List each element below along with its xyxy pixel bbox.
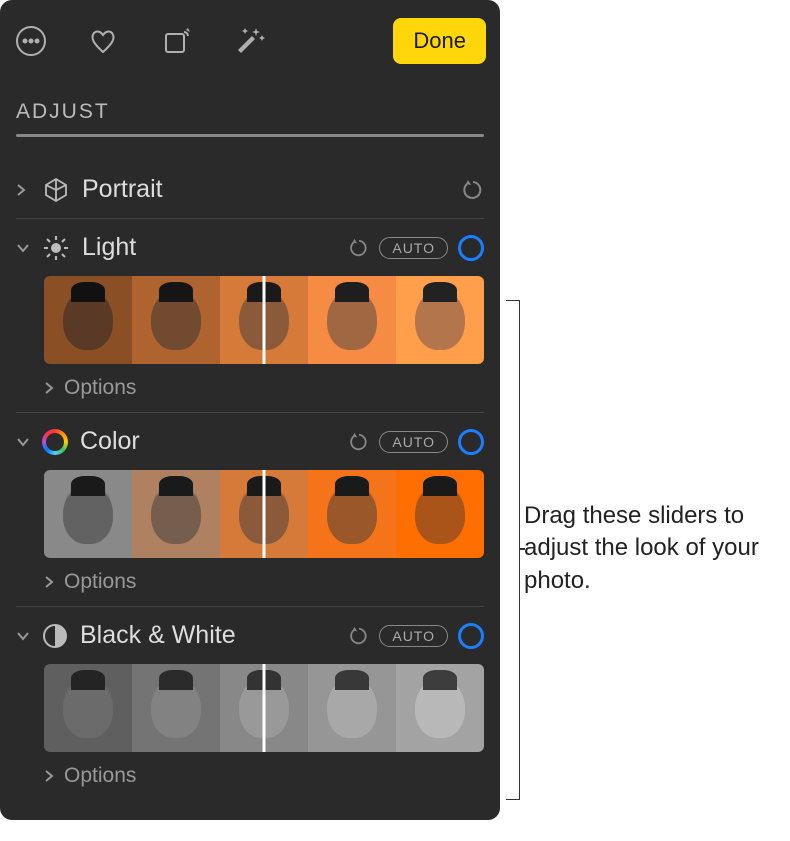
light-slider[interactable] [44, 276, 484, 364]
color-thumb [132, 470, 220, 558]
callout-bracket [506, 300, 520, 800]
reset-icon[interactable] [349, 626, 369, 646]
reset-icon[interactable] [349, 238, 369, 258]
reset-icon[interactable] [462, 179, 484, 201]
portrait-label: Portrait [82, 175, 163, 204]
color-thumb [308, 470, 396, 558]
auto-button[interactable]: AUTO [379, 237, 448, 259]
bw-header[interactable]: Black & White AUTO [16, 606, 484, 664]
light-thumb [396, 276, 484, 364]
callout-text: Drag these sliders to adjust the look of… [524, 500, 774, 597]
enable-ring[interactable] [458, 429, 484, 455]
bw-slider[interactable] [44, 664, 484, 752]
options-label: Options [64, 376, 136, 400]
rotate-icon[interactable] [158, 24, 192, 58]
chevron-down-icon[interactable] [16, 243, 30, 253]
reset-icon[interactable] [349, 432, 369, 452]
enable-ring[interactable] [458, 235, 484, 261]
chevron-down-icon[interactable] [16, 437, 30, 447]
light-label: Light [82, 233, 136, 262]
color-icon [42, 429, 68, 455]
auto-button[interactable]: AUTO [379, 625, 448, 647]
chevron-right-icon[interactable] [16, 183, 30, 197]
favorite-icon[interactable] [86, 24, 120, 58]
bw-options[interactable]: Options [16, 752, 484, 800]
adjust-underline [16, 134, 484, 137]
light-thumb [132, 276, 220, 364]
color-options[interactable]: Options [16, 558, 484, 606]
light-header[interactable]: Light AUTO [16, 218, 484, 276]
color-thumb [220, 470, 308, 558]
sections-container: Portrait [0, 147, 500, 800]
chevron-down-icon[interactable] [16, 631, 30, 641]
light-options[interactable]: Options [16, 364, 484, 412]
color-thumb [44, 470, 132, 558]
portrait-icon [42, 176, 70, 204]
more-icon[interactable] [14, 24, 48, 58]
enable-ring[interactable] [458, 623, 484, 649]
top-toolbar: Done [0, 0, 500, 82]
bw-icon [42, 623, 68, 649]
bw-thumb [132, 664, 220, 752]
light-thumb [308, 276, 396, 364]
enhance-icon[interactable] [230, 24, 268, 58]
options-label: Options [64, 764, 136, 788]
bw-thumb [220, 664, 308, 752]
options-label: Options [64, 570, 136, 594]
color-label: Color [80, 427, 140, 456]
bw-thumb [396, 664, 484, 752]
bw-thumb [308, 664, 396, 752]
light-icon [42, 234, 70, 262]
portrait-header[interactable]: Portrait [16, 147, 484, 218]
color-header[interactable]: Color AUTO [16, 412, 484, 470]
auto-button[interactable]: AUTO [379, 431, 448, 453]
light-thumb [44, 276, 132, 364]
adjust-title: ADJUST [16, 100, 484, 124]
bw-thumb [44, 664, 132, 752]
bw-label: Black & White [80, 621, 236, 650]
adjust-header: ADJUST [0, 82, 500, 147]
color-slider[interactable] [44, 470, 484, 558]
color-thumb [396, 470, 484, 558]
done-button[interactable]: Done [393, 18, 486, 64]
light-thumb [220, 276, 308, 364]
adjust-panel: Done ADJUST Portrait [0, 0, 500, 820]
